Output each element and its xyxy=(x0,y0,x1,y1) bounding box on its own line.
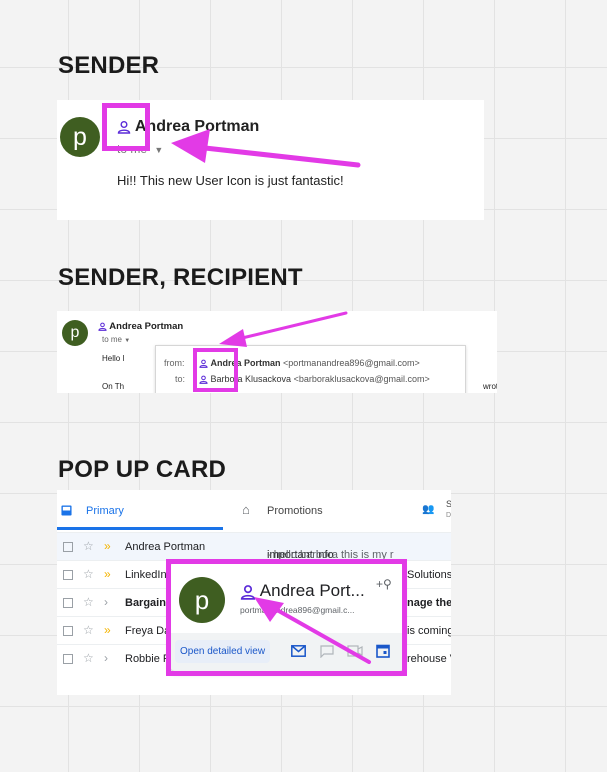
tab-label: Promotions xyxy=(267,505,323,517)
caret-down-icon: ▼ xyxy=(124,338,131,344)
highlight-box-popup-card xyxy=(166,559,407,676)
tab-primary[interactable]: Primary xyxy=(57,490,223,530)
section-heading-sender-recipient: SENDER, RECIPIENT xyxy=(58,264,303,291)
tag-icon: ⌂ xyxy=(242,502,250,517)
row-sender: LinkedIn xyxy=(125,569,167,581)
row-subject: rehouse Ve xyxy=(407,653,451,665)
important-marker-icon[interactable]: » xyxy=(104,623,111,637)
wrote-text: wrote: xyxy=(483,382,497,391)
highlight-box-sender-icon xyxy=(102,103,150,151)
to-me-dropdown[interactable]: to me ▼ xyxy=(102,335,130,344)
tab-social[interactable]: 👥 S D xyxy=(417,490,451,530)
people-icon: 👥 xyxy=(422,504,435,515)
checkbox[interactable] xyxy=(63,654,73,664)
avatar[interactable]: p xyxy=(60,117,100,157)
row-sender: Robbie P xyxy=(125,653,171,665)
checkbox[interactable] xyxy=(63,598,73,608)
from-email: <portmanandrea896@gmail.com> xyxy=(283,358,420,368)
important-marker-icon[interactable]: › xyxy=(104,651,108,665)
tab-sublabel: D xyxy=(446,512,451,519)
tab-label: S xyxy=(446,499,451,509)
row-sender: Bargain xyxy=(125,597,166,609)
to-label: to: xyxy=(175,374,186,384)
row-sender: Freya Da xyxy=(125,625,171,637)
message-body: Hi!! This new User Icon is just fantasti… xyxy=(117,173,344,188)
user-icon xyxy=(98,322,107,331)
tab-promotions[interactable]: ⌂ Promotions xyxy=(237,490,407,530)
avatar[interactable]: p xyxy=(62,320,88,346)
sender-name-line[interactable]: Andrea Portman xyxy=(98,321,183,332)
inbox-icon xyxy=(61,505,72,516)
important-marker-icon[interactable]: » xyxy=(104,567,111,581)
caret-down-icon: ▼ xyxy=(154,145,164,155)
recipient-screenshot: p Andrea Portman to me ▼ Hello l On Th w… xyxy=(57,311,497,393)
important-marker-icon[interactable]: » xyxy=(104,539,111,553)
star-icon[interactable]: ☆ xyxy=(83,623,94,637)
row-subject: is coming xyxy=(407,625,451,637)
tab-label: Primary xyxy=(86,505,124,517)
row-sender: Andrea Portman xyxy=(125,541,206,553)
star-icon[interactable]: ☆ xyxy=(83,595,94,609)
checkbox[interactable] xyxy=(63,542,73,552)
row-subject: nage the xyxy=(407,597,451,609)
to-me-label: to me xyxy=(102,335,123,344)
star-icon[interactable]: ☆ xyxy=(83,567,94,581)
important-marker-icon[interactable]: › xyxy=(104,595,108,609)
row-subject: Solutions A xyxy=(407,569,451,581)
highlight-box-from-to-icons xyxy=(193,348,238,392)
section-heading-sender: SENDER xyxy=(58,52,160,79)
sender-name: Andrea Portman xyxy=(109,321,184,332)
section-heading-popup-card: POP UP CARD xyxy=(58,456,227,483)
star-icon[interactable]: ☆ xyxy=(83,651,94,665)
checkbox[interactable] xyxy=(63,626,73,636)
to-email: <barboraklusackova@gmail.com> xyxy=(293,374,430,384)
message-body-line2: On Th xyxy=(102,382,125,391)
star-icon[interactable]: ☆ xyxy=(83,539,94,553)
message-body: Hello l xyxy=(102,354,125,363)
from-label: from: xyxy=(164,358,185,368)
checkbox[interactable] xyxy=(63,570,73,580)
sender-name: Andrea Portman xyxy=(134,118,260,135)
table-row[interactable]: ☆ » Andrea Portman important info - hell… xyxy=(57,532,451,561)
